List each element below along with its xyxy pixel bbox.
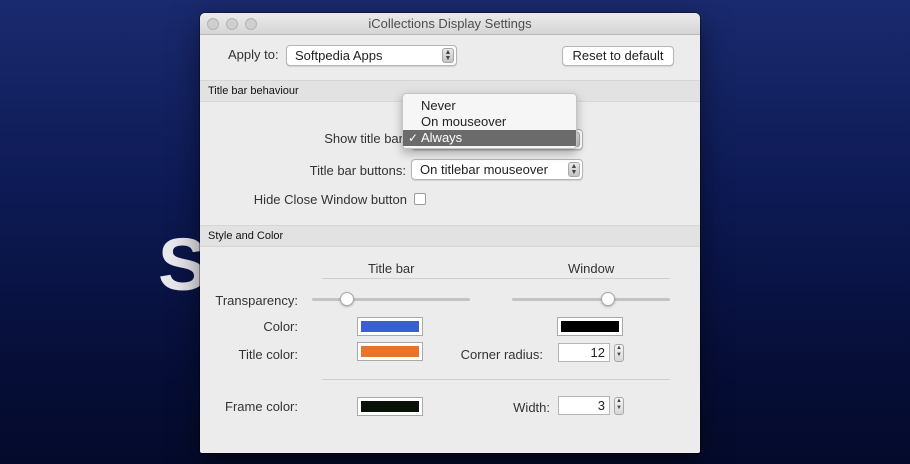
frame-color-label: Frame color: — [225, 399, 298, 414]
chevron-updown-icon: ▲▼ — [568, 162, 580, 177]
window-title: iCollections Display Settings — [368, 16, 532, 31]
menu-item-always-label: Always — [421, 130, 463, 145]
window-color-well[interactable] — [557, 317, 623, 336]
column-divider — [322, 278, 670, 279]
menu-item-never[interactable]: Never — [403, 98, 576, 114]
title-color-fill — [361, 346, 419, 357]
title-bar-buttons-popup[interactable]: On titlebar mouseover ▲ ▼ — [411, 159, 583, 180]
window-titlebar[interactable]: iCollections Display Settings — [200, 13, 700, 35]
title-bar-buttons-value: On titlebar mouseover — [420, 162, 548, 177]
color-label: Color: — [263, 319, 298, 334]
frame-color-well[interactable] — [357, 397, 423, 416]
show-title-bar-menu: Never On mouseover ✓ Always — [402, 93, 577, 149]
title-color-well[interactable] — [357, 342, 423, 361]
hide-close-window-label: Hide Close Window button — [253, 192, 407, 207]
width-stepper[interactable]: ▲ ▼ — [614, 397, 624, 415]
titlebar-color-fill — [361, 321, 419, 332]
chevron-updown-icon: ▲▼ — [442, 48, 454, 63]
show-title-bar-label: Show title bar — [324, 131, 403, 146]
style-and-color-header: Style and Color — [200, 225, 700, 247]
menu-item-on-mouseover[interactable]: On mouseover — [403, 114, 576, 130]
apply-to-value: Softpedia Apps — [295, 48, 383, 63]
checkmark-icon: ✓ — [408, 131, 419, 145]
window-color-fill — [561, 321, 619, 332]
corner-radius-label: Corner radius: — [460, 347, 543, 362]
menu-item-always[interactable]: ✓ Always — [403, 130, 576, 146]
title-bar-buttons-label: Title bar buttons: — [309, 163, 406, 178]
hide-close-window-checkbox[interactable] — [414, 193, 426, 205]
apply-to-label: Apply to: — [228, 47, 279, 62]
width-field[interactable]: 3 — [558, 396, 610, 415]
title-bar-column-header: Title bar — [368, 261, 415, 276]
corner-radius-field[interactable]: 12 — [558, 343, 610, 362]
section-divider — [322, 379, 670, 380]
window-column-header: Window — [568, 261, 615, 276]
width-label: Width: — [513, 400, 550, 415]
transparency-titlebar-slider[interactable] — [312, 298, 470, 301]
transparency-label: Transparency: — [215, 293, 298, 308]
settings-window: iCollections Display Settings Apply to: … — [200, 13, 700, 453]
reset-to-default-button[interactable]: Reset to default — [562, 46, 674, 66]
apply-to-popup[interactable]: Softpedia Apps ▲ ▼ — [286, 45, 457, 66]
transparency-window-knob[interactable] — [601, 292, 616, 306]
frame-color-fill — [361, 401, 419, 412]
title-color-label: Title color: — [238, 347, 298, 362]
titlebar-color-well[interactable] — [357, 317, 423, 336]
transparency-titlebar-knob[interactable] — [339, 292, 354, 306]
transparency-window-slider[interactable] — [512, 298, 670, 301]
corner-radius-stepper[interactable]: ▲ ▼ — [614, 344, 624, 362]
